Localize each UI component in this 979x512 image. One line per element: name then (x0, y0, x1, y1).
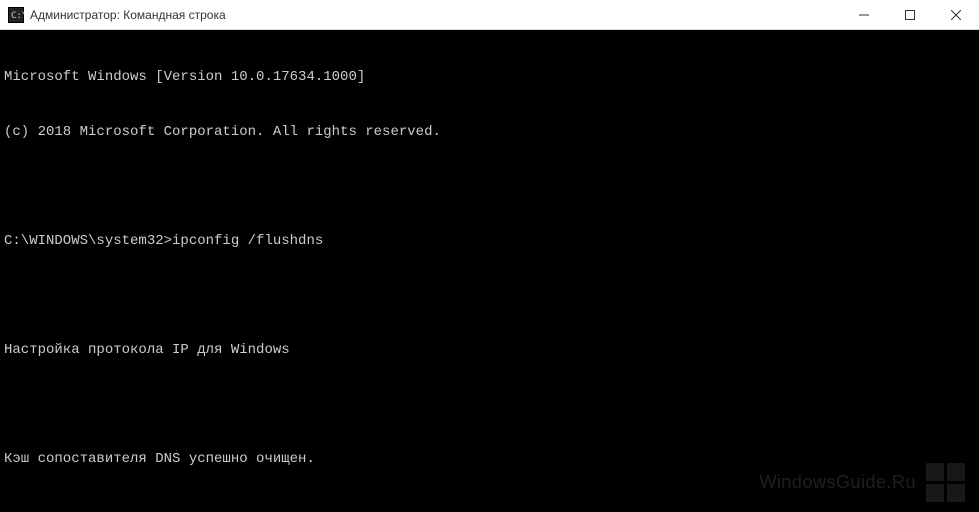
terminal-output[interactable]: Microsoft Windows [Version 10.0.17634.10… (0, 30, 979, 512)
terminal-line (4, 178, 975, 196)
svg-text:C:\: C:\ (11, 11, 24, 21)
terminal-line: Microsoft Windows [Version 10.0.17634.10… (4, 68, 975, 86)
close-button[interactable] (933, 0, 979, 29)
terminal-line: C:\WINDOWS\system32>ipconfig /flushdns (4, 232, 975, 250)
terminal-line (4, 504, 975, 512)
terminal-line: Кэш сопоставителя DNS успешно очищен. (4, 450, 975, 468)
window-controls (841, 0, 979, 29)
minimize-button[interactable] (841, 0, 887, 29)
windows-logo-icon (926, 463, 965, 502)
cmd-window: C:\ Администратор: Командная строка Micr… (0, 0, 979, 512)
cmd-icon: C:\ (8, 7, 24, 23)
terminal-line: (c) 2018 Microsoft Corporation. All righ… (4, 123, 975, 141)
terminal-line (4, 395, 975, 413)
watermark: WindowsGuide.Ru (759, 463, 965, 502)
window-title: Администратор: Командная строка (30, 8, 841, 22)
maximize-button[interactable] (887, 0, 933, 29)
titlebar[interactable]: C:\ Администратор: Командная строка (0, 0, 979, 30)
terminal-line: Настройка протокола IP для Windows (4, 341, 975, 359)
terminal-line (4, 286, 975, 304)
watermark-text: WindowsGuide.Ru (759, 471, 916, 494)
